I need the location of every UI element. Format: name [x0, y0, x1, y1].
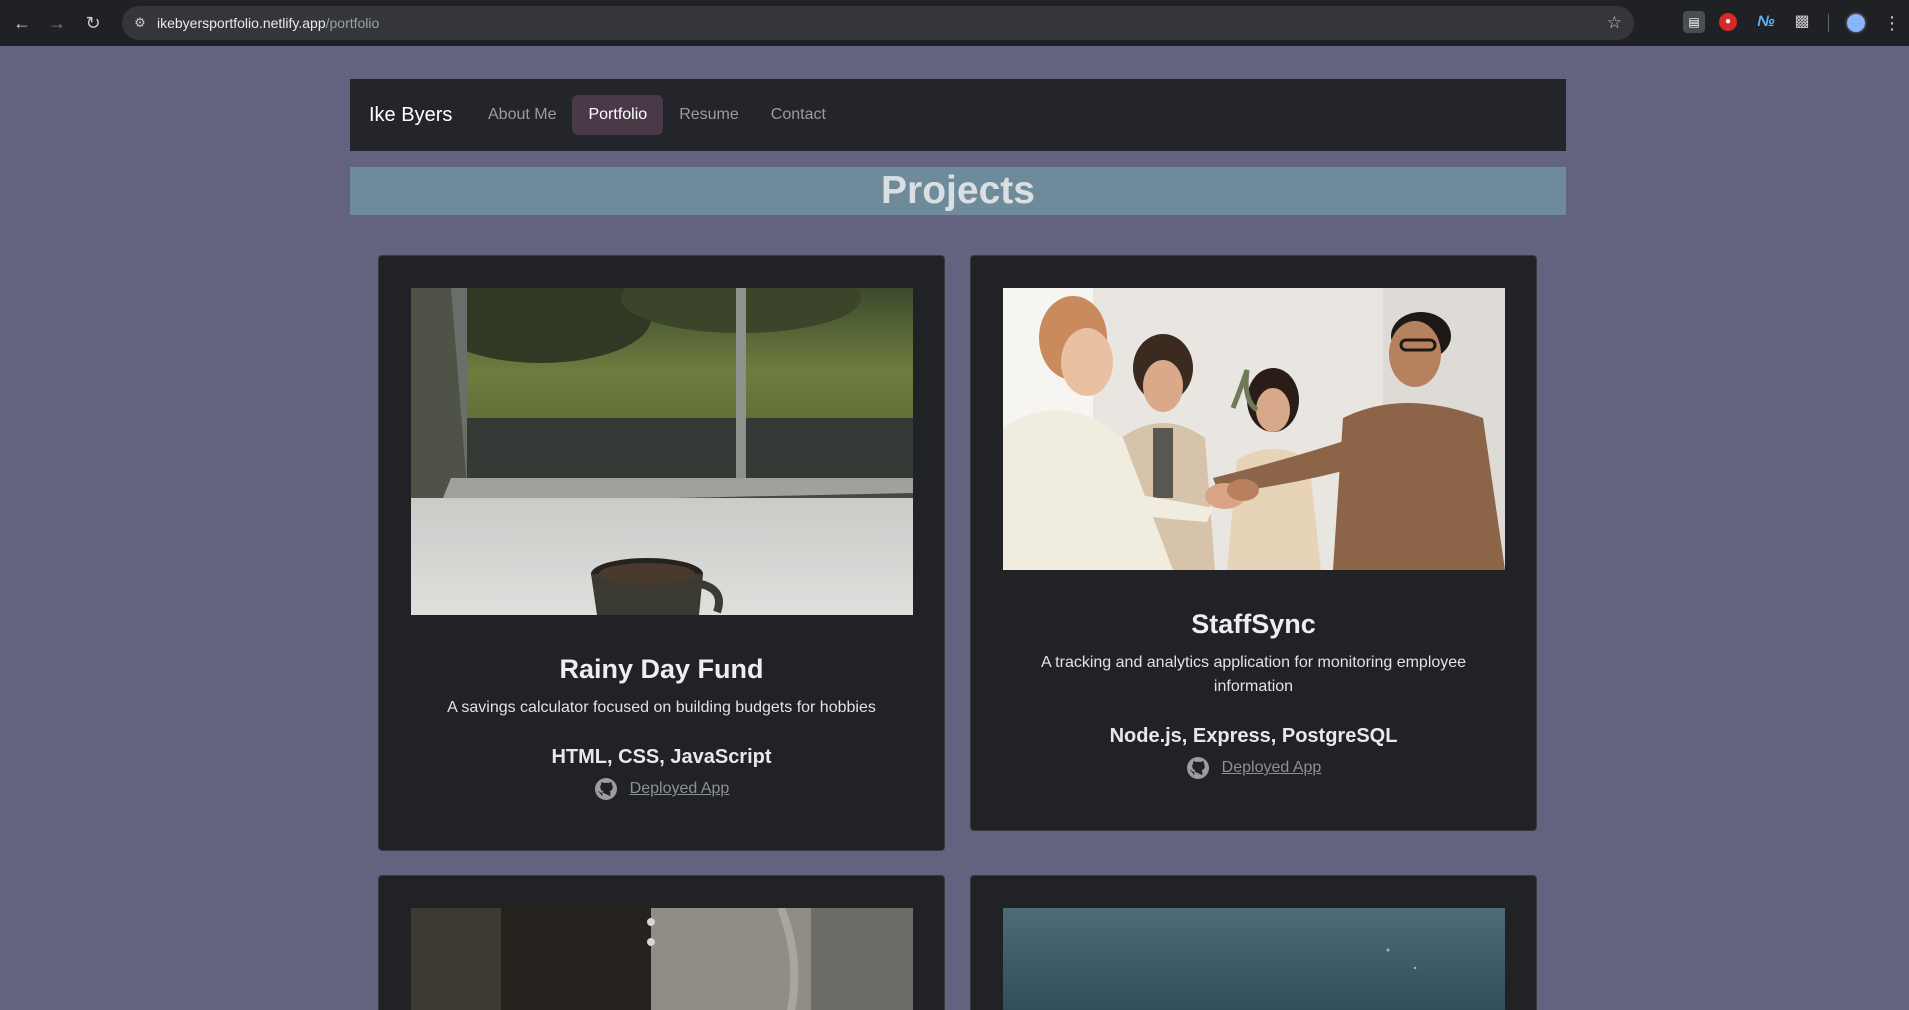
github-icon[interactable]: [1186, 756, 1210, 780]
project-card-rainy-day-fund: Rainy Day Fund A savings calculator focu…: [378, 255, 945, 851]
browser-menu-icon[interactable]: ⋮: [1883, 10, 1901, 36]
site-info-icon[interactable]: ⚙: [130, 13, 150, 33]
profile-avatar[interactable]: [1845, 12, 1867, 34]
extensions-puzzle-icon[interactable]: ▩: [1791, 11, 1813, 33]
url-path: /portfolio: [325, 15, 380, 31]
ocean-water-illustration: [1003, 908, 1505, 1010]
nav-resume[interactable]: Resume: [663, 95, 755, 135]
nav-contact[interactable]: Contact: [755, 95, 842, 135]
project-card-4: [970, 875, 1537, 1010]
site-navbar: Ike Byers About Me Portfolio Resume Cont…: [350, 79, 1566, 151]
project-image-team-handshake: [1003, 288, 1505, 570]
team-handshake-illustration: [1003, 288, 1505, 570]
project-title: Rainy Day Fund: [559, 654, 764, 684]
project-card-3: [378, 875, 945, 1010]
nav-portfolio[interactable]: Portfolio: [572, 95, 664, 135]
back-icon[interactable]: ←: [8, 9, 36, 37]
project-image-rainy-window: [411, 288, 913, 615]
toolbar-divider: [1828, 14, 1829, 32]
suit-jacket-illustration: [411, 908, 913, 1010]
github-icon[interactable]: [594, 777, 618, 801]
rainy-window-coffee-illustration: [411, 288, 913, 615]
project-description: A savings calculator focused on building…: [447, 699, 876, 716]
deployed-app-link[interactable]: Deployed App: [630, 780, 730, 797]
project-links: Deployed App: [379, 777, 944, 801]
project-image-suit-jacket: [411, 908, 913, 1010]
url-text[interactable]: ikebyersportfolio.netlify.app/portfolio: [157, 6, 379, 40]
project-card-staffsync: StaffSync A tracking and analytics appli…: [970, 255, 1537, 831]
page-title: Projects: [881, 169, 1035, 212]
project-tech-stack: Node.js, Express, PostgreSQL: [1109, 725, 1398, 747]
project-title: StaffSync: [1191, 609, 1316, 639]
project-tech-stack: HTML, CSS, JavaScript: [551, 746, 772, 768]
extension-red-icon[interactable]: ●: [1719, 13, 1737, 31]
project-links: Deployed App: [971, 756, 1536, 780]
nav-about-me[interactable]: About Me: [472, 95, 572, 135]
project-description: A tracking and analytics application for…: [1040, 654, 1467, 695]
projects-banner: Projects: [350, 167, 1566, 215]
extension-blue-icon[interactable]: №: [1755, 11, 1777, 33]
url-host: ikebyersportfolio.netlify.app: [157, 15, 326, 31]
forward-icon[interactable]: →: [43, 9, 71, 37]
project-image-ocean: [1003, 908, 1505, 1010]
extension-printer-icon[interactable]: ▤: [1683, 11, 1705, 33]
brand-link[interactable]: Ike Byers: [369, 79, 452, 151]
bookmark-star-icon[interactable]: ☆: [1607, 12, 1622, 34]
address-bar[interactable]: ⚙ ikebyersportfolio.netlify.app/portfoli…: [122, 6, 1634, 40]
reload-icon[interactable]: ↻: [79, 9, 107, 37]
deployed-app-link[interactable]: Deployed App: [1222, 759, 1322, 776]
browser-toolbar: ← → ↻ ⚙ ikebyersportfolio.netlify.app/po…: [0, 0, 1909, 46]
